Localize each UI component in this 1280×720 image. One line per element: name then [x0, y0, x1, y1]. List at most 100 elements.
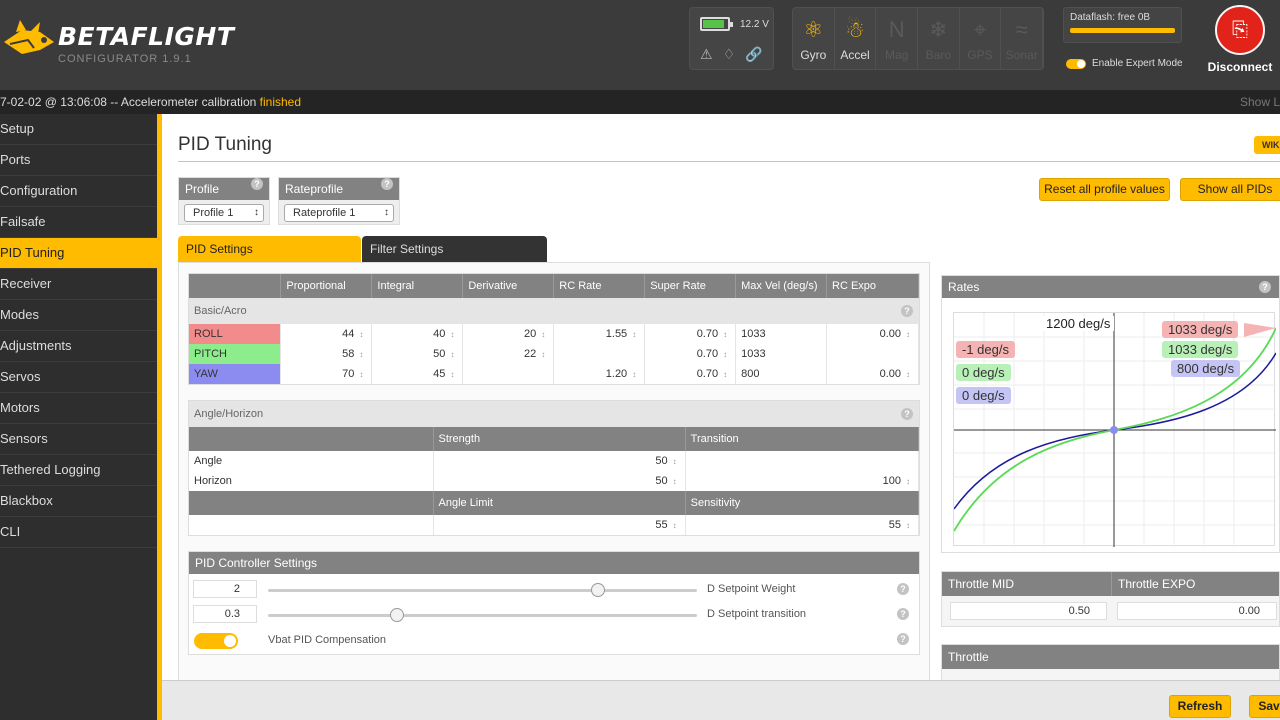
help-icon[interactable]: ?	[901, 305, 913, 317]
gyro-icon: ⚛	[803, 17, 824, 42]
spinner-icon[interactable]: ↕	[670, 477, 680, 486]
setpoint-transition-input[interactable]: 0.3	[193, 605, 257, 623]
sidebar-item-sensors[interactable]: Sensors	[0, 424, 157, 455]
spinner-icon[interactable]: ↕	[538, 330, 548, 339]
spinner-icon[interactable]: ↕	[356, 350, 366, 359]
help-icon[interactable]: ?	[901, 408, 913, 420]
slider-knob[interactable]	[591, 583, 606, 597]
sidebar-item-failsafe[interactable]: Failsafe	[0, 207, 157, 238]
pid-expo-input[interactable]: 0.00 ↕	[826, 324, 919, 344]
refresh-button[interactable]: Refresh	[1169, 695, 1231, 718]
sensitivity-input[interactable]: 55 ↕	[685, 515, 920, 535]
spinner-icon[interactable]: ↕	[447, 370, 457, 379]
pid-maxvel-input[interactable]: 1033	[735, 344, 828, 364]
spinner-icon[interactable]: ↕	[903, 477, 913, 486]
slider-knob[interactable]	[389, 608, 404, 622]
spinner-icon[interactable]: ↕	[447, 350, 457, 359]
help-icon[interactable]: ?	[1259, 281, 1271, 293]
pid-p-input[interactable]: 70 ↕	[280, 364, 373, 384]
pid-i-input[interactable]: 50 ↕	[371, 344, 464, 364]
pid-expo-input[interactable]: 0.00 ↕	[826, 364, 919, 384]
spinner-icon[interactable]: ↕	[538, 350, 548, 359]
disconnect-button[interactable]: ⎘ Disconnect	[1205, 5, 1275, 80]
battery-icon	[700, 17, 733, 31]
horizon-strength-input[interactable]: 50 ↕	[433, 471, 686, 491]
pid-maxvel-input[interactable]: 1033	[735, 324, 828, 344]
footer-bar: Refresh Sav	[162, 680, 1280, 720]
sidebar-item-motors[interactable]: Motors	[0, 393, 157, 424]
pid-i-input[interactable]: 40 ↕	[371, 324, 464, 344]
spinner-icon[interactable]: ↕	[356, 330, 366, 339]
spinner-icon[interactable]: ↕	[720, 350, 730, 359]
pid-p-input[interactable]: 58 ↕	[280, 344, 373, 364]
help-icon[interactable]: ?	[897, 633, 909, 645]
spinner-icon[interactable]: ↕	[629, 370, 639, 379]
setpoint-weight-input[interactable]: 2	[193, 580, 257, 598]
pid-super-input[interactable]: 0.70 ↕	[644, 364, 737, 384]
sidebar-item-servos[interactable]: Servos	[0, 362, 157, 393]
battery-status: 12.2 V ⚠ ♢ 🔗	[689, 7, 774, 70]
spinner-icon[interactable]: ↕	[629, 330, 639, 339]
setpoint-weight-value: 2	[233, 583, 240, 595]
setpoint-weight-slider[interactable]	[268, 583, 697, 597]
help-icon[interactable]: ?	[897, 608, 909, 620]
pid-value: 40	[433, 328, 446, 340]
save-button[interactable]: Sav	[1249, 695, 1280, 718]
pid-i-input[interactable]: 45 ↕	[371, 364, 464, 384]
sidebar-item-modes[interactable]: Modes	[0, 300, 157, 331]
throttle-mid-input[interactable]: 0.50	[950, 602, 1107, 620]
sidebar-item-receiver[interactable]: Receiver	[0, 269, 157, 300]
spinner-icon[interactable]: ↕	[903, 521, 913, 530]
pid-rc_rate-input[interactable]: 1.20 ↕	[553, 364, 646, 384]
wiki-button[interactable]: WIK	[1254, 136, 1280, 154]
help-icon[interactable]: ?	[897, 583, 909, 595]
expert-mode-toggle[interactable]: Enable Expert Mode	[1066, 58, 1183, 69]
tab-filter-settings[interactable]: Filter Settings	[362, 236, 547, 263]
usb-disconnect-icon[interactable]: ⎘	[1215, 5, 1265, 55]
spinner-icon[interactable]: ↕	[720, 330, 730, 339]
sidebar-item-setup[interactable]: Setup	[0, 114, 157, 145]
angle-limit-input[interactable]: 55 ↕	[433, 515, 686, 535]
horizon-transition-input[interactable]: 100 ↕	[685, 471, 920, 491]
tab-pid-settings[interactable]: PID Settings	[178, 236, 361, 263]
throttle-expo-input[interactable]: 0.00	[1117, 602, 1277, 620]
pid-rc_rate-input[interactable]: 1.55 ↕	[553, 324, 646, 344]
sidebar-item-cli[interactable]: CLI	[0, 517, 157, 548]
sidebar-item-adjustments[interactable]: Adjustments	[0, 331, 157, 362]
pid-maxvel-input[interactable]: 800	[735, 364, 828, 384]
vbat-compensation-toggle[interactable]	[194, 633, 238, 649]
sidebar-item-ports[interactable]: Ports	[0, 145, 157, 176]
spinner-icon[interactable]: ↕	[720, 370, 730, 379]
help-icon[interactable]: ?	[381, 178, 393, 190]
pid-super-input[interactable]: 0.70 ↕	[644, 324, 737, 344]
throttle-title: Throttle	[942, 645, 1279, 669]
reset-profile-button[interactable]: Reset all profile values	[1039, 178, 1170, 201]
sidebar-item-blackbox[interactable]: Blackbox	[0, 486, 157, 517]
pid-header-rc-rate: RC Rate	[553, 274, 646, 298]
help-icon[interactable]: ?	[251, 178, 263, 190]
sidebar-item-configuration[interactable]: Configuration	[0, 176, 157, 207]
pid-header-proportional: Proportional	[280, 274, 373, 298]
throttle-mid-value: 0.50	[1068, 605, 1090, 617]
pid-d-input[interactable]: 22 ↕	[462, 344, 555, 364]
spinner-icon[interactable]: ↕	[903, 330, 913, 339]
spinner-icon[interactable]: ↕	[903, 370, 913, 379]
rateprofile-select[interactable]: Rateprofile 1	[284, 204, 394, 222]
show-log-link[interactable]: Show L	[1240, 90, 1280, 114]
spinner-icon[interactable]: ↕	[447, 330, 457, 339]
spinner-icon[interactable]: ↕	[670, 457, 680, 466]
sidebar-item-tethered-logging[interactable]: Tethered Logging	[0, 455, 157, 486]
show-all-pids-button[interactable]: Show all PIDs	[1180, 178, 1280, 201]
profile-select[interactable]: Profile 1	[184, 204, 264, 222]
pid-d-input[interactable]: 20 ↕	[462, 324, 555, 344]
roll-max-rate-tag: 1033 deg/s	[1162, 321, 1239, 338]
pid-p-input[interactable]: 44 ↕	[280, 324, 373, 344]
angle-strength-input[interactable]: 50 ↕	[433, 451, 686, 471]
sensor-sonar: ≈ Sonar	[1001, 8, 1044, 69]
setpoint-transition-slider[interactable]	[268, 608, 697, 622]
pid-super-input[interactable]: 0.70 ↕	[644, 344, 737, 364]
spinner-icon[interactable]: ↕	[670, 521, 680, 530]
expert-mode-switch[interactable]	[1066, 58, 1086, 69]
sidebar-item-pid-tuning[interactable]: PID Tuning	[0, 238, 157, 269]
spinner-icon[interactable]: ↕	[356, 370, 366, 379]
